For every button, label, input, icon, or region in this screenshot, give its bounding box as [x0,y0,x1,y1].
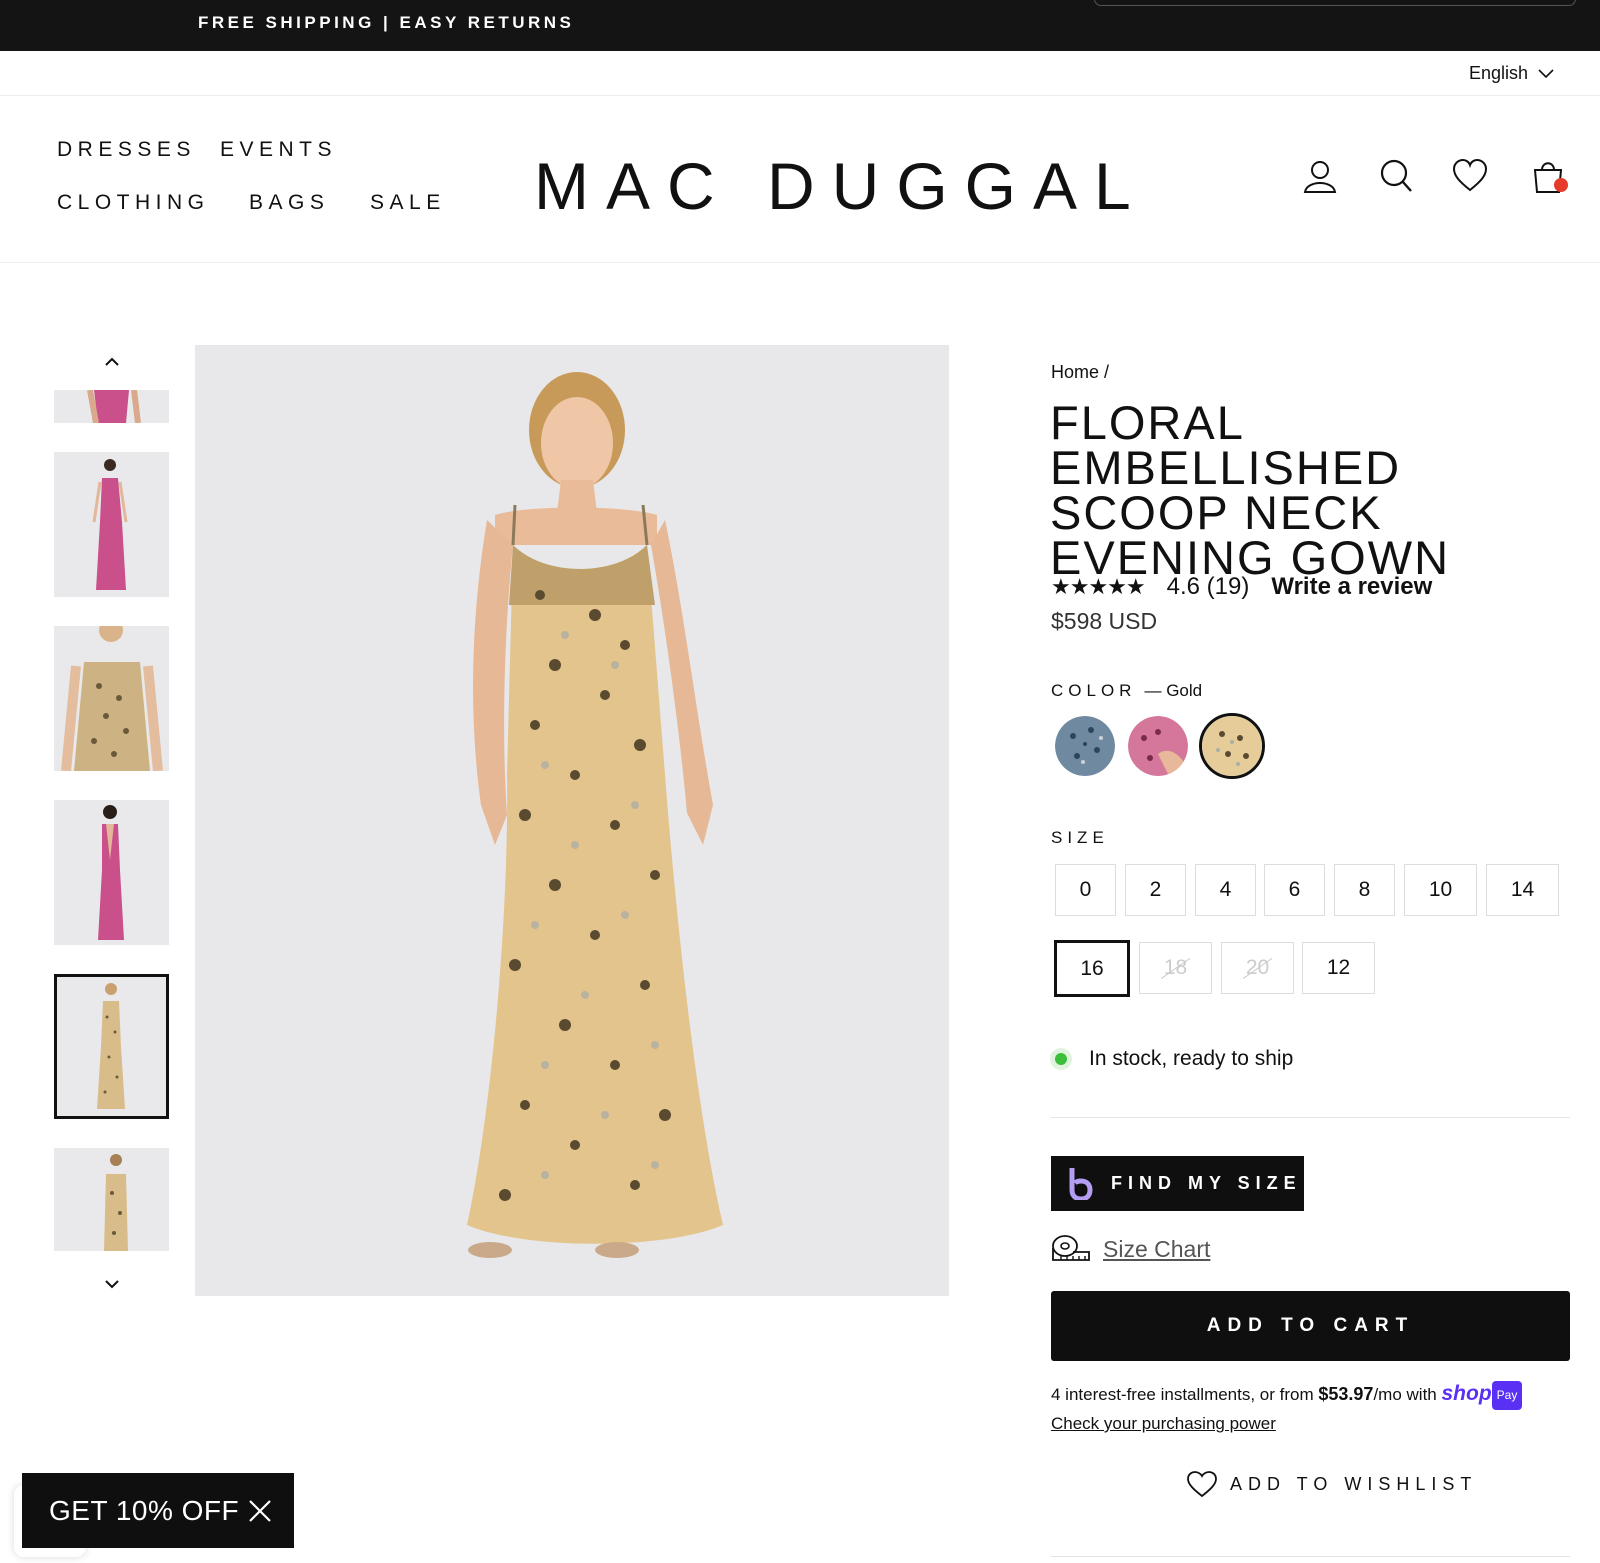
size-option-4[interactable]: 4 [1195,864,1256,916]
rating-value: 4.6 (19) [1166,573,1250,600]
language-selector[interactable]: English [1469,63,1554,84]
star-rating-icon[interactable]: ★★★★★ [1051,574,1146,600]
promo-search-pill [1094,0,1576,6]
discount-label: GET 10% OFF [49,1494,240,1526]
chevron-up-icon[interactable] [100,350,124,374]
size-option-16[interactable]: 16 [1054,940,1130,997]
language-bar: English [0,51,1600,96]
shop-pay-badge: Pay [1491,1381,1523,1411]
cart-badge [1554,178,1568,192]
size-option-18[interactable]: 18 [1139,942,1212,994]
nav-clothing[interactable]: CLOTHING [57,191,210,215]
bag-icon[interactable] [1530,158,1568,194]
discount-popup-button[interactable]: GET 10% OFF [22,1473,294,1548]
breadcrumb-home[interactable]: Home [1051,362,1099,382]
add-to-cart-button[interactable]: ADD TO CART [1051,1291,1570,1361]
color-label-text: COLOR [1051,681,1137,700]
find-my-size-label: FIND MY SIZE [1111,1173,1302,1193]
size-chart-label: Size Chart [1103,1235,1211,1262]
stock-status: In stock, ready to ship [1055,1047,1293,1071]
thumbnail-2[interactable] [54,452,169,597]
heart-icon[interactable] [1452,158,1488,194]
thumbnail-5[interactable] [54,974,169,1119]
language-label: English [1468,63,1528,83]
product-title: FLORAL EMBELLISHED SCOOP NECK EVENING GO… [1050,396,1451,584]
nav-events[interactable]: EVENTS [220,138,337,162]
in-stock-dot-icon [1055,1053,1067,1065]
heart-icon [1187,1471,1217,1498]
installments-amount: $53.97 [1318,1384,1374,1404]
rating-row: ★★★★★ 4.6 (19) Write a review [1051,573,1432,601]
promo-bar: FREE SHIPPING | EASY RETURNS [0,0,1600,51]
color-swatch-blue[interactable] [1055,716,1115,776]
check-purchasing-power-link[interactable]: Check your purchasing power [1051,1414,1276,1433]
size-option-10[interactable]: 10 [1404,864,1477,916]
wishlist-label: ADD TO WISHLIST [1230,1473,1478,1494]
breadcrumb-separator: / [1104,362,1110,382]
size-label: SIZE [1051,828,1109,847]
nav-dresses[interactable]: DRESSES [57,138,196,162]
account-icon[interactable] [1302,158,1338,194]
color-selected: — Gold [1144,681,1203,700]
site-header: DRESSES EVENTS CLOTHING BAGS SALE MAC DU… [0,96,1600,263]
size-chart-link[interactable]: Size Chart [1051,1234,1210,1264]
size-option-8[interactable]: 8 [1334,864,1395,916]
gown-illustration [195,345,949,1296]
installments-prefix: 4 interest-free installments, or from [1051,1385,1314,1404]
color-swatch-gold[interactable] [1199,713,1265,779]
site-logo[interactable]: MAC DUGGAL [534,148,1148,224]
color-label: COLOR — Gold [1051,681,1202,701]
bold-metrics-logo-icon [1069,1167,1093,1200]
product-price: $598 USD [1051,608,1158,634]
thumbnail-3[interactable] [54,626,169,771]
size-option-12[interactable]: 12 [1302,942,1375,994]
size-option-14[interactable]: 14 [1486,864,1559,916]
divider [1051,1117,1570,1118]
nav-bags[interactable]: BAGS [249,191,329,215]
size-option-6[interactable]: 6 [1264,864,1325,916]
size-option-2[interactable]: 2 [1125,864,1186,916]
close-icon[interactable] [248,1499,272,1523]
thumbnail-1[interactable] [54,390,169,423]
promo-text: FREE SHIPPING | EASY RETURNS [198,13,575,32]
size-option-0[interactable]: 0 [1055,864,1116,916]
thumbnail-4[interactable] [54,800,169,945]
nav-sale[interactable]: SALE [370,191,446,215]
chevron-down-icon [1538,68,1554,78]
installments-info: 4 interest-free installments, or from $5… [1051,1380,1581,1437]
main-product-image[interactable] [195,345,949,1296]
breadcrumb: Home / [1051,362,1109,383]
chevron-down-icon[interactable] [100,1272,124,1296]
tape-measure-icon [1052,1235,1090,1261]
stock-text: In stock, ready to ship [1089,1047,1294,1070]
size-option-20[interactable]: 20 [1221,942,1294,994]
search-icon[interactable] [1378,158,1414,194]
find-my-size-button[interactable]: FIND MY SIZE [1051,1156,1304,1211]
shop-pay-logo: shop [1441,1382,1492,1405]
thumbnail-6[interactable] [54,1148,169,1251]
write-review-link[interactable]: Write a review [1271,573,1432,601]
installments-suffix: /mo with [1373,1385,1437,1404]
add-to-wishlist-button[interactable]: ADD TO WISHLIST [1186,1470,1477,1498]
divider [1051,1556,1570,1557]
color-swatch-pink[interactable] [1128,716,1188,776]
